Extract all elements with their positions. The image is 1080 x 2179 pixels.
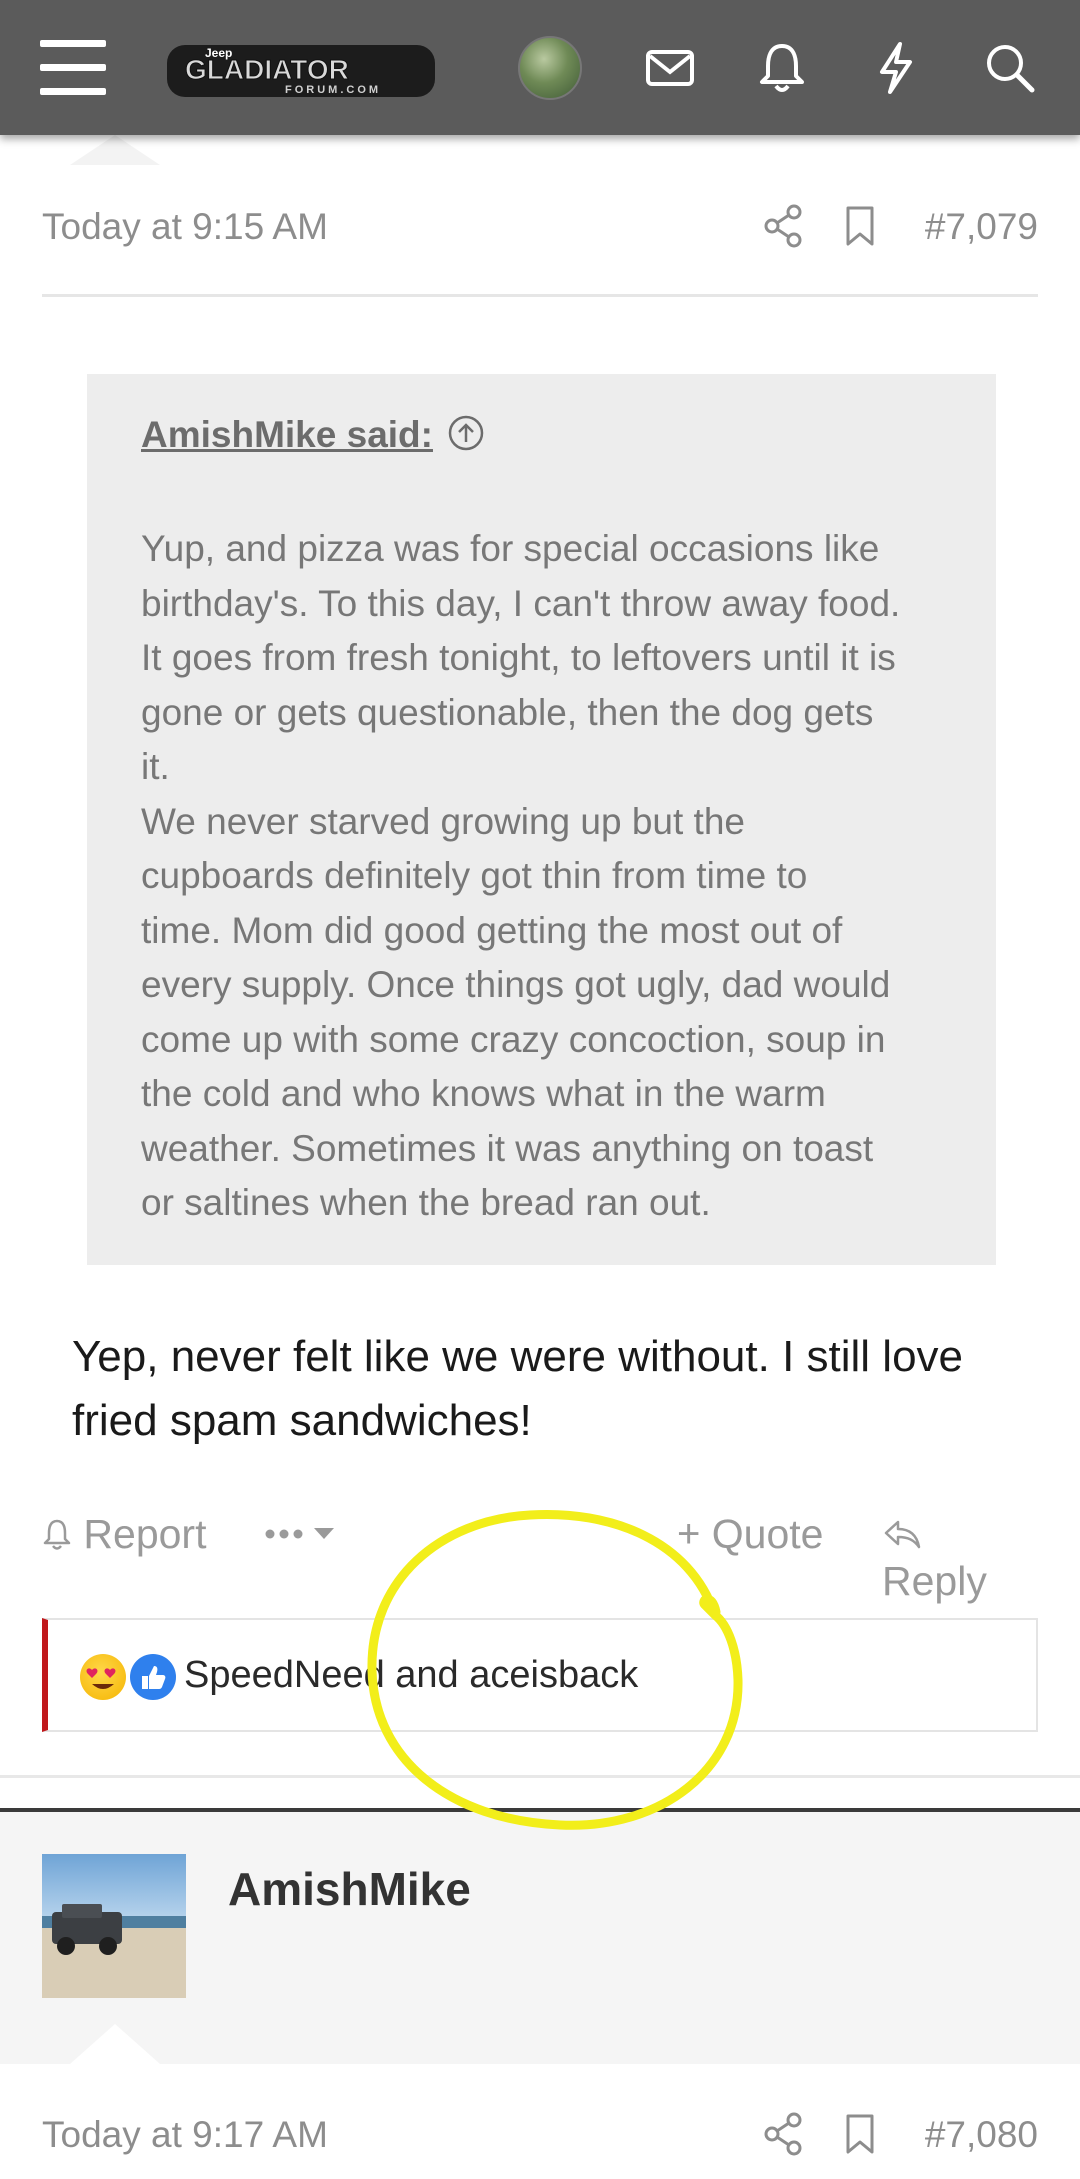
plus-icon: + bbox=[677, 1511, 701, 1556]
bell-icon bbox=[43, 1519, 71, 1550]
divider bbox=[42, 294, 1038, 297]
post-actions: Report + Quote Reply bbox=[42, 1508, 1038, 1604]
post-number[interactable]: #7,080 bbox=[925, 2114, 1038, 2156]
quote-line: time. Mom did good getting the most out … bbox=[141, 909, 843, 951]
thumbs-up-emoji-icon bbox=[130, 1654, 176, 1700]
report-label: Report bbox=[83, 1510, 207, 1557]
reaction-names[interactable]: SpeedNeed and aceisback bbox=[184, 1654, 638, 1697]
quote-line: gone or gets questionable, then the dog … bbox=[141, 691, 874, 733]
post-body: Yep, never felt like we were without. I … bbox=[72, 1325, 1032, 1453]
report-button[interactable]: Report bbox=[42, 1508, 206, 1558]
user-avatar[interactable] bbox=[518, 36, 582, 100]
quote-line: cupboards definitely got thin from time … bbox=[141, 855, 808, 896]
post-timestamp[interactable]: Today at 9:17 AM bbox=[42, 2114, 328, 2156]
bookmark-icon[interactable] bbox=[842, 2112, 878, 2156]
quote-label: Quote bbox=[711, 1510, 824, 1557]
post-meta: Today at 9:17 AM #7,080 bbox=[42, 2108, 1038, 2164]
quote-block: AmishMike said: Yup, and pizza was for s… bbox=[87, 374, 996, 1265]
quote-line: come up with some crazy concoction, soup… bbox=[141, 1018, 886, 1060]
bookmark-icon[interactable] bbox=[842, 204, 878, 248]
reply-label: Reply bbox=[882, 1557, 987, 1604]
quote-line: weather. Sometimes it was anything on to… bbox=[141, 1127, 874, 1169]
quote-line: every supply. Once things got ugly, dad … bbox=[141, 964, 891, 1005]
post-meta: Today at 9:15 AM #7,079 bbox=[42, 200, 1038, 256]
arrow-up-circle-icon[interactable] bbox=[447, 414, 485, 452]
share-icon[interactable] bbox=[762, 2110, 806, 2158]
post-body-line: fried spam sandwiches! bbox=[72, 1396, 532, 1445]
quote-line: the cold and who knows what in the warm bbox=[141, 1073, 826, 1114]
search-icon[interactable] bbox=[980, 38, 1040, 98]
reactions-bar[interactable]: SpeedNeed and aceisback bbox=[42, 1618, 1038, 1732]
mail-icon[interactable] bbox=[640, 38, 700, 98]
lightning-icon[interactable] bbox=[866, 38, 926, 98]
quote-line: birthday's. To this day, I can't throw a… bbox=[141, 582, 901, 624]
post-separator bbox=[0, 1775, 1080, 1778]
quote-line: Yup, and pizza was for special occasions… bbox=[141, 528, 880, 569]
logo-title: GLADIATOR bbox=[185, 54, 349, 85]
quote-line: it. bbox=[141, 746, 170, 787]
quote-line: We never starved growing up but the bbox=[141, 800, 745, 842]
site-logo[interactable]: Jeep GLADIATOR FORUM.COM bbox=[165, 35, 440, 103]
quote-body: Yup, and pizza was for special occasions… bbox=[141, 522, 961, 1231]
reply-button[interactable]: Reply bbox=[882, 1508, 1038, 1605]
love-eyes-emoji-icon bbox=[80, 1654, 126, 1700]
bell-icon[interactable] bbox=[752, 38, 812, 98]
more-options-button[interactable] bbox=[262, 1508, 346, 1555]
post-author-name[interactable]: AmishMike bbox=[228, 1862, 471, 1916]
reply-icon bbox=[884, 1520, 921, 1549]
logo-subtitle: FORUM.COM bbox=[285, 84, 381, 96]
author-avatar[interactable] bbox=[42, 1854, 186, 1998]
share-icon[interactable] bbox=[762, 202, 806, 250]
quote-author[interactable]: AmishMike said: bbox=[141, 414, 433, 456]
quote-button[interactable]: + Quote bbox=[677, 1508, 823, 1558]
top-nav-bar: Jeep GLADIATOR FORUM.COM bbox=[0, 0, 1080, 135]
post-timestamp[interactable]: Today at 9:15 AM bbox=[42, 206, 328, 248]
post-pointer bbox=[70, 135, 160, 165]
post-pointer bbox=[70, 2024, 160, 2064]
post-number[interactable]: #7,079 bbox=[925, 206, 1038, 248]
menu-icon[interactable] bbox=[40, 40, 106, 96]
quote-line: or saltines when the bread ran out. bbox=[141, 1182, 711, 1223]
more-dots-icon bbox=[265, 1528, 334, 1540]
quote-line: It goes from fresh tonight, to leftovers… bbox=[141, 637, 896, 678]
post-body-line: Yep, never felt like we were without. I … bbox=[72, 1332, 964, 1381]
